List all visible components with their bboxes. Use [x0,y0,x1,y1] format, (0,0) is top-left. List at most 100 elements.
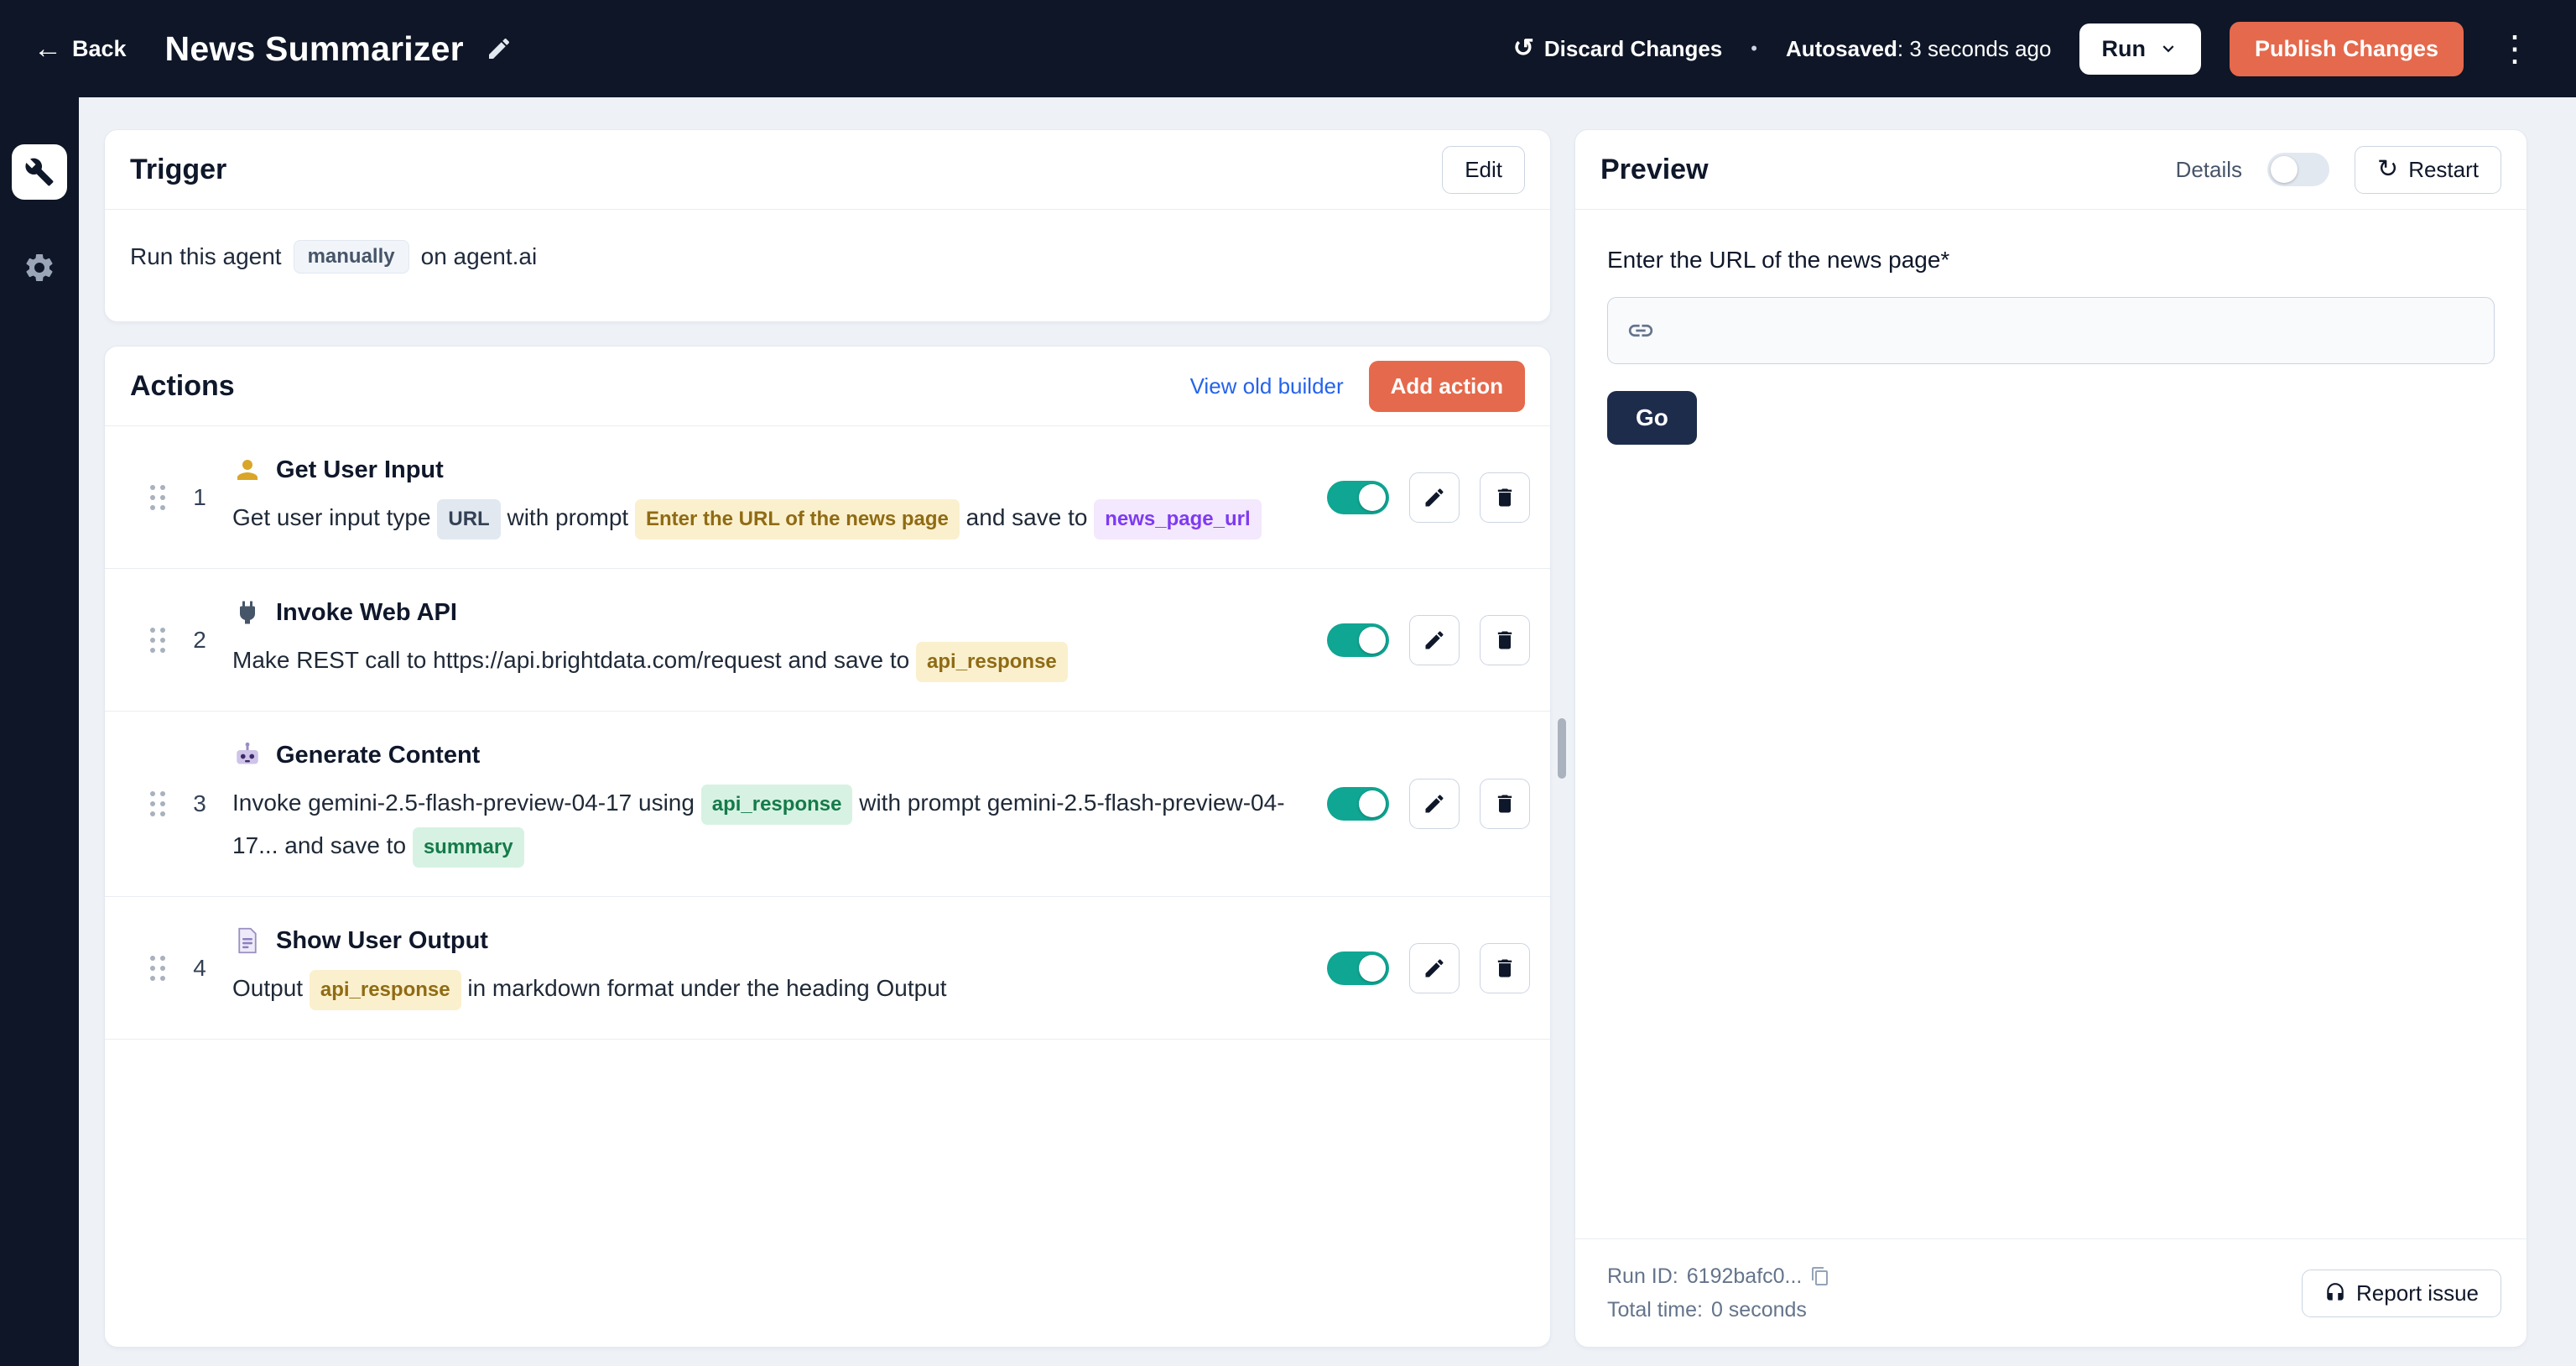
actions-title: Actions [130,370,235,403]
edit-action-button[interactable] [1409,779,1460,829]
action-title: Invoke Web API [276,599,457,627]
variable-badge: URL [437,499,500,540]
toggle-knob [1359,955,1386,982]
details-label: Details [2176,157,2242,183]
history-icon: ↺ [1513,36,1534,61]
delete-action-button[interactable] [1480,779,1530,829]
drag-handle[interactable] [150,628,165,653]
builder-column: Trigger Edit Run this agent manually on … [104,129,1551,1348]
details-toggle[interactable] [2267,153,2329,186]
topbar-right: ↺ Discard Changes • Autosaved: 3 seconds… [1513,22,2537,76]
action-controls [1327,779,1530,829]
action-toggle[interactable] [1327,481,1389,514]
edit-action-button[interactable] [1409,615,1460,665]
preview-body: Enter the URL of the news page* Go [1575,210,2527,1238]
action-toggle[interactable] [1327,623,1389,657]
action-content: Invoke Web API Make REST call to https://… [222,597,1307,682]
kebab-menu-button[interactable]: ⋮ [2492,31,2537,66]
drag-handle[interactable] [150,956,165,981]
restart-button[interactable]: ↻ Restart [2355,146,2501,194]
trash-icon [1493,957,1517,980]
trigger-body: Run this agent manually on agent.ai [105,210,1550,304]
preview-header-right: Details ↻ Restart [2176,146,2501,194]
description-text: and save to [960,504,1094,530]
actions-header: Actions View old builder Add action [105,347,1550,426]
delete-action-button[interactable] [1480,943,1530,993]
report-issue-label: Report issue [2356,1280,2479,1306]
edit-action-button[interactable] [1409,472,1460,523]
body-row: Trigger Edit Run this agent manually on … [0,97,2576,1366]
toggle-knob [1359,627,1386,654]
action-toggle[interactable] [1327,787,1389,821]
copy-icon[interactable] [1810,1266,1830,1286]
action-description: Make REST call to https://api.brightdata… [232,639,1307,682]
sidebar-item-build[interactable] [12,144,67,200]
chevron-down-icon [2157,38,2179,60]
drag-handle[interactable] [150,791,165,816]
link-icon [1626,316,1655,345]
url-input-field[interactable] [1668,317,2475,344]
publish-changes-button[interactable]: Publish Changes [2230,22,2464,76]
trigger-text-before: Run this agent [130,243,282,270]
trash-icon [1493,486,1517,509]
action-toggle[interactable] [1327,952,1389,985]
plug-icon [232,597,263,628]
edit-title-pencil-icon[interactable] [486,35,513,62]
variable-badge: Enter the URL of the news page [635,499,960,540]
run-button[interactable]: Run [2079,23,2200,75]
delete-action-button[interactable] [1480,615,1530,665]
description-text: with prompt [501,504,635,530]
pencil-icon [1423,628,1446,652]
description-text: Output [232,975,310,1001]
action-number: 1 [177,484,222,511]
action-content: Show User OutputOutput api_response in m… [222,925,1307,1010]
preview-title: Preview [1600,154,1709,186]
action-description: Invoke gemini-2.5-flash-preview-04-17 us… [232,782,1307,868]
page-title: News Summarizer [165,29,464,69]
scrollbar-thumb[interactable] [1558,718,1566,779]
topbar-left: ← Back News Summarizer [34,29,513,69]
action-list: 1 Get User Input Get user input type URL w… [105,426,1550,1347]
restart-icon: ↻ [2377,157,2398,182]
separator-dot: • [1751,38,1757,60]
trash-icon [1493,628,1517,652]
report-issue-button[interactable]: Report issue [2302,1270,2501,1317]
sidebar-item-settings[interactable] [12,240,67,295]
description-text: Get user input type [232,504,437,530]
headset-icon [2324,1282,2346,1304]
run-id-line: Run ID: 6192bafc0... [1607,1259,1830,1293]
action-description: Output api_response in markdown format u… [232,967,1307,1010]
add-action-button[interactable]: Add action [1369,361,1525,412]
action-title-row: Generate Content [232,740,1307,770]
description-text: Make REST call to https://api.brightdata… [232,647,916,673]
action-number: 3 [177,790,222,817]
autosave-label: Autosaved [1786,36,1897,61]
go-button[interactable]: Go [1607,391,1697,445]
trigger-title: Trigger [130,154,226,186]
action-title-row: Get User Input [232,455,1307,485]
trigger-mode-badge: manually [294,240,409,274]
action-title: Get User Input [276,456,444,484]
action-row: 1 Get User Input Get user input type URL w… [105,426,1550,569]
total-time-label: Total time: [1607,1293,1703,1327]
variable-badge: news_page_url [1094,499,1261,540]
gear-icon [23,251,56,284]
description-text: Invoke gemini-2.5-flash-preview-04-17 us… [232,790,701,816]
preview-column: Preview Details ↻ Restart Enter the URL … [1574,129,2527,1348]
trigger-edit-button[interactable]: Edit [1442,146,1525,194]
url-input[interactable] [1607,297,2495,364]
pencil-icon [1423,792,1446,816]
variable-badge: api_response [310,970,461,1010]
preview-header: Preview Details ↻ Restart [1575,130,2527,210]
actions-card: Actions View old builder Add action 1 Get… [104,346,1551,1348]
drag-handle[interactable] [150,485,165,510]
actions-header-right: View old builder Add action [1190,361,1525,412]
discard-changes-button[interactable]: ↺ Discard Changes [1513,36,1723,62]
back-button[interactable]: ← Back [34,34,127,63]
autosave-value: : 3 seconds ago [1897,36,2052,61]
delete-action-button[interactable] [1480,472,1530,523]
view-old-builder-link[interactable]: View old builder [1190,373,1344,399]
wrench-icon [24,157,55,187]
edit-action-button[interactable] [1409,943,1460,993]
action-number: 2 [177,627,222,654]
